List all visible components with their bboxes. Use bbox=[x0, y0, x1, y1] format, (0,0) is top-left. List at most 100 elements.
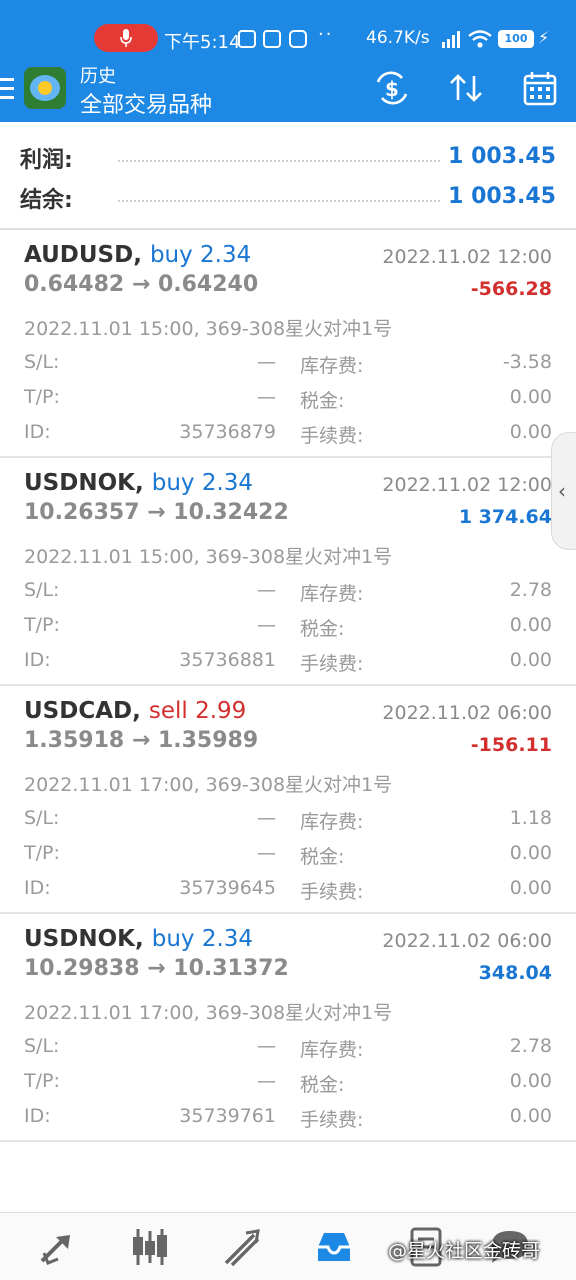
deal-profit: 348.04 bbox=[478, 962, 552, 984]
deal-line-id: ID: 35736881 手续费: 0.00 bbox=[0, 649, 576, 679]
deal-profit: -156.11 bbox=[470, 734, 552, 756]
deal-line-id: ID: 35739761 手续费: 0.00 bbox=[0, 1105, 576, 1135]
deal-row[interactable]: AUDUSD, buy 2.34 0.64482 → 0.64240 2022.… bbox=[0, 230, 576, 458]
chat-notification-icon bbox=[289, 30, 307, 48]
app-notification-icon bbox=[263, 30, 281, 48]
history-summary: 利润: 1 003.45 结余: 1 003.45 bbox=[0, 122, 576, 230]
profit-label: 利润: bbox=[20, 148, 73, 173]
tax-label: 税金: bbox=[300, 1074, 345, 1096]
clock: 下午5:14 bbox=[164, 32, 241, 53]
deal-line-sl: S/L: — 库存费: 2.78 bbox=[0, 579, 576, 609]
tp-value: — bbox=[257, 386, 276, 408]
more-notifications-icon: ·· bbox=[318, 24, 334, 45]
charging-icon: ⚡ bbox=[538, 28, 550, 47]
swap-label: 库存费: bbox=[300, 811, 364, 833]
sl-value: — bbox=[257, 579, 276, 601]
swap-value: 2.78 bbox=[509, 579, 552, 601]
battery-level: 100 bbox=[504, 32, 528, 45]
deal-line-id: ID: 35739645 手续费: 0.00 bbox=[0, 877, 576, 907]
id-value: 35736879 bbox=[179, 421, 276, 443]
tp-label: T/P: bbox=[24, 614, 60, 636]
swap-label: 库存费: bbox=[300, 1039, 364, 1061]
deal-side: sell 2.99 bbox=[148, 698, 247, 724]
deal-prices: 1.35918 → 1.35989 bbox=[24, 728, 259, 753]
deal-line-tp: T/P: — 税金: 0.00 bbox=[0, 386, 576, 416]
deal-open-info: 2022.11.01 15:00, 369-308星火对冲1号 bbox=[24, 546, 393, 568]
deal-row[interactable]: USDNOK, buy 2.34 10.29838 → 10.31372 202… bbox=[0, 914, 576, 1142]
sl-label: S/L: bbox=[24, 351, 60, 373]
trade-icon[interactable] bbox=[220, 1225, 264, 1269]
deal-row[interactable]: USDNOK, buy 2.34 10.26357 → 10.32422 202… bbox=[0, 458, 576, 686]
tax-label: 税金: bbox=[300, 390, 345, 412]
battery-icon: 100 bbox=[498, 30, 534, 48]
watermark-text: @星火社区金砖哥 bbox=[388, 1240, 541, 1262]
deal-open-info: 2022.11.01 17:00, 369-308星火对冲1号 bbox=[24, 1002, 393, 1024]
history-icon[interactable] bbox=[312, 1225, 356, 1269]
balance-label: 结余: bbox=[20, 188, 73, 213]
deal-side: buy 2.34 bbox=[151, 470, 254, 496]
deal-line-tp: T/P: — 税金: 0.00 bbox=[0, 1070, 576, 1100]
swap-value: 2.78 bbox=[509, 1035, 552, 1057]
fee-label: 手续费: bbox=[300, 881, 364, 903]
swap-label: 库存费: bbox=[300, 583, 364, 605]
balance-row: 结余: 1 003.45 bbox=[0, 176, 576, 216]
tax-label: 税金: bbox=[300, 618, 345, 640]
sl-value: — bbox=[257, 1035, 276, 1057]
side-drawer-handle[interactable]: ‹ bbox=[551, 432, 576, 550]
deal-prices: 0.64482 → 0.64240 bbox=[24, 272, 259, 297]
swap-label: 库存费: bbox=[300, 355, 364, 377]
fee-value: 0.00 bbox=[509, 877, 552, 899]
swap-value: 1.18 bbox=[509, 807, 552, 829]
deal-symbol: USDNOK, buy 2.34 bbox=[24, 470, 254, 496]
calendar-icon[interactable] bbox=[520, 70, 560, 106]
deal-prices: 10.29838 → 10.31372 bbox=[24, 956, 289, 981]
deal-line-sl: S/L: — 库存费: -3.58 bbox=[0, 351, 576, 381]
microphone-icon bbox=[120, 29, 132, 47]
fee-value: 0.00 bbox=[509, 649, 552, 671]
tp-value: — bbox=[257, 614, 276, 636]
deal-symbol: USDCAD, sell 2.99 bbox=[24, 698, 247, 724]
sl-label: S/L: bbox=[24, 1035, 60, 1057]
tax-label: 税金: bbox=[300, 846, 345, 868]
deal-row[interactable]: USDCAD, sell 2.99 1.35918 → 1.35989 2022… bbox=[0, 686, 576, 914]
app-logo[interactable] bbox=[24, 67, 66, 109]
app-bar: 历史 全部交易品种 $ bbox=[0, 58, 576, 122]
shield-icon bbox=[238, 30, 256, 48]
deal-symbol: AUDUSD, buy 2.34 bbox=[24, 242, 252, 268]
profit-row: 利润: 1 003.45 bbox=[0, 136, 576, 176]
tax-value: 0.00 bbox=[509, 1070, 552, 1092]
deal-open-info: 2022.11.01 15:00, 369-308星火对冲1号 bbox=[24, 318, 393, 340]
page-title: 历史 bbox=[80, 66, 116, 87]
id-label: ID: bbox=[24, 649, 51, 671]
id-label: ID: bbox=[24, 1105, 51, 1127]
fee-label: 手续费: bbox=[300, 425, 364, 447]
menu-icon[interactable] bbox=[0, 78, 14, 100]
signal-icon bbox=[442, 31, 460, 48]
id-label: ID: bbox=[24, 421, 51, 443]
tp-label: T/P: bbox=[24, 386, 60, 408]
dollar-exchange-icon[interactable]: $ bbox=[372, 70, 412, 106]
fee-value: 0.00 bbox=[509, 1105, 552, 1127]
deal-prices: 10.26357 → 10.32422 bbox=[24, 500, 289, 525]
deal-profit: -566.28 bbox=[470, 278, 552, 300]
recording-indicator[interactable] bbox=[94, 24, 158, 52]
fee-value: 0.00 bbox=[509, 421, 552, 443]
id-value: 35739645 bbox=[179, 877, 276, 899]
deal-line-tp: T/P: — 税金: 0.00 bbox=[0, 842, 576, 872]
tp-value: — bbox=[257, 1070, 276, 1092]
status-bar: 下午5:14 ·· 46.7K/s 100 ⚡ bbox=[0, 0, 576, 58]
id-value: 35736881 bbox=[179, 649, 276, 671]
chart-icon[interactable] bbox=[128, 1225, 172, 1269]
deal-line-tp: T/P: — 税金: 0.00 bbox=[0, 614, 576, 644]
sl-label: S/L: bbox=[24, 579, 60, 601]
symbol-filter[interactable]: 全部交易品种 bbox=[80, 87, 212, 119]
sort-icon[interactable] bbox=[446, 70, 486, 106]
svg-text:$: $ bbox=[385, 77, 399, 101]
deal-line-sl: S/L: — 库存费: 1.18 bbox=[0, 807, 576, 837]
balance-value: 1 003.45 bbox=[448, 184, 556, 209]
id-label: ID: bbox=[24, 877, 51, 899]
quotes-icon[interactable] bbox=[36, 1225, 80, 1269]
dotted-leader bbox=[118, 200, 440, 202]
deal-line-id: ID: 35736879 手续费: 0.00 bbox=[0, 421, 576, 451]
dotted-leader bbox=[118, 160, 440, 162]
